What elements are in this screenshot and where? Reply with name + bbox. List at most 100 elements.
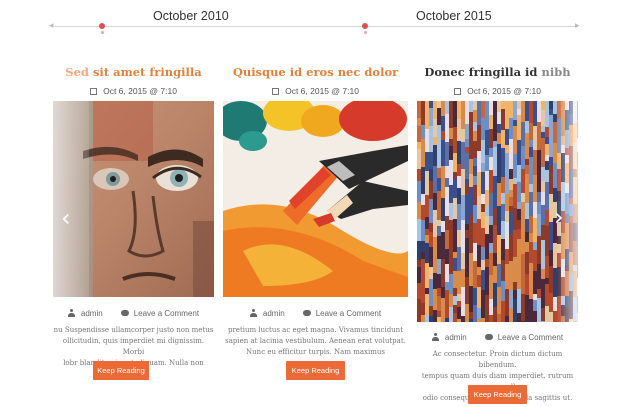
stripe-block — [501, 204, 505, 221]
stripe-block — [433, 101, 437, 119]
stripe-block — [529, 147, 533, 157]
post-title[interactable]: Sed sit amet fringilla — [53, 65, 214, 79]
stripe-block — [449, 294, 453, 307]
stripe-block — [497, 206, 501, 235]
post-author[interactable]: admin — [445, 333, 467, 342]
stripe-block — [501, 130, 505, 148]
stripe-block — [549, 115, 553, 131]
stripe-block — [441, 198, 445, 221]
chevron-right-icon[interactable]: › — [554, 205, 564, 229]
stripe-block — [417, 299, 421, 309]
stripe-block — [437, 220, 441, 226]
stripe-block — [469, 112, 473, 134]
stripe-block — [517, 272, 521, 289]
stripe-block — [433, 254, 437, 273]
stripe-block — [473, 131, 477, 141]
timeline-label-2015[interactable]: October 2015 — [416, 9, 492, 23]
stripe-block — [521, 227, 525, 254]
chevron-left-icon[interactable]: ‹ — [61, 206, 71, 230]
post-title[interactable]: Quisque id eros nec dolor — [223, 65, 408, 79]
stripe-block — [481, 172, 485, 194]
stripe-block — [549, 101, 553, 109]
stripe-block — [425, 315, 429, 322]
stripe-block — [525, 252, 529, 274]
keep-reading-button[interactable]: Keep Reading — [286, 361, 345, 380]
timeline-prev-arrow-icon[interactable]: ◂ — [49, 21, 54, 31]
stripe-block — [417, 267, 421, 283]
post-comments-link[interactable]: Leave a Comment — [316, 309, 381, 318]
post-title[interactable]: Donec fringilla id nibh — [417, 65, 578, 79]
stripe-block — [501, 260, 505, 281]
stripe-block — [529, 157, 533, 184]
post-author[interactable]: admin — [263, 309, 285, 318]
stripe-block — [541, 233, 545, 240]
stripe-block — [417, 260, 421, 267]
keep-reading-button[interactable]: Keep Reading — [93, 361, 149, 380]
stripe-block — [525, 159, 529, 165]
post-date: Oct 6, 2015 @ 7:10 — [53, 86, 214, 96]
stripe-block — [473, 288, 477, 305]
stripe-block — [509, 234, 513, 261]
stripe-block — [445, 187, 449, 216]
stripe-block — [461, 129, 465, 142]
stripe-block — [525, 211, 529, 219]
stripe-block — [525, 232, 529, 242]
stripe-block — [501, 148, 505, 177]
stripe-block — [421, 287, 425, 303]
stripe-block — [505, 258, 509, 264]
stripe-block — [457, 204, 461, 230]
post-author[interactable]: admin — [81, 309, 103, 318]
stripe-block — [501, 301, 505, 322]
stripe-block — [477, 275, 481, 287]
calendar-icon — [90, 88, 98, 95]
post-date: Oct 6, 2015 @ 7:10 — [223, 86, 408, 96]
stripe-block — [509, 206, 513, 212]
stripe-block — [533, 271, 537, 294]
stripe-block — [517, 182, 521, 202]
stripe-block — [441, 287, 445, 298]
post-image[interactable]: ‹ — [53, 101, 214, 297]
stripe-block — [429, 253, 433, 267]
stripe-block — [425, 288, 429, 294]
stripe-block — [453, 127, 457, 153]
stripe-block — [485, 101, 489, 130]
keep-reading-button[interactable]: Keep Reading — [468, 385, 527, 404]
stripe-block — [417, 309, 421, 322]
stripe-block — [541, 110, 545, 126]
stripe-block — [541, 101, 545, 110]
timeline-next-arrow-icon[interactable]: ▸ — [575, 21, 580, 31]
stripe-block — [493, 266, 497, 283]
stripe-block — [437, 317, 441, 322]
stripe-block — [461, 142, 465, 169]
stripe-block — [453, 252, 457, 258]
stripe-block — [541, 269, 545, 279]
stripe-block — [429, 152, 433, 169]
stripe-block — [449, 274, 453, 294]
stripe-block — [441, 101, 445, 116]
stripe-block — [489, 253, 493, 275]
stripe-block — [529, 242, 533, 263]
stripe-block — [537, 214, 541, 236]
stripe-block — [449, 128, 453, 139]
post-comments-link[interactable]: Leave a Comment — [134, 309, 199, 318]
post-image[interactable]: › — [417, 101, 578, 322]
post-card: Quisque id eros nec dolor Oct 6, 2015 @ … — [223, 55, 408, 385]
stripe-block — [437, 259, 441, 274]
stripe-block — [477, 151, 481, 172]
timeline-dot-2015[interactable] — [362, 23, 368, 29]
stripe-block — [493, 141, 497, 147]
timeline-dot-2010[interactable] — [99, 23, 105, 29]
stripe-block — [509, 169, 513, 179]
stripe-block — [489, 170, 493, 193]
post-image[interactable] — [223, 101, 408, 297]
stripe-block — [453, 288, 457, 296]
stripe-block — [505, 129, 509, 145]
stripe-block — [541, 240, 545, 259]
stripe-block — [517, 229, 521, 239]
post-comments-link[interactable]: Leave a Comment — [498, 333, 563, 342]
stripe-block — [521, 269, 525, 294]
stripe-block — [473, 243, 477, 261]
stripe-block — [429, 279, 433, 306]
stripe-block — [445, 216, 449, 230]
timeline-label-2010[interactable]: October 2010 — [153, 9, 229, 23]
